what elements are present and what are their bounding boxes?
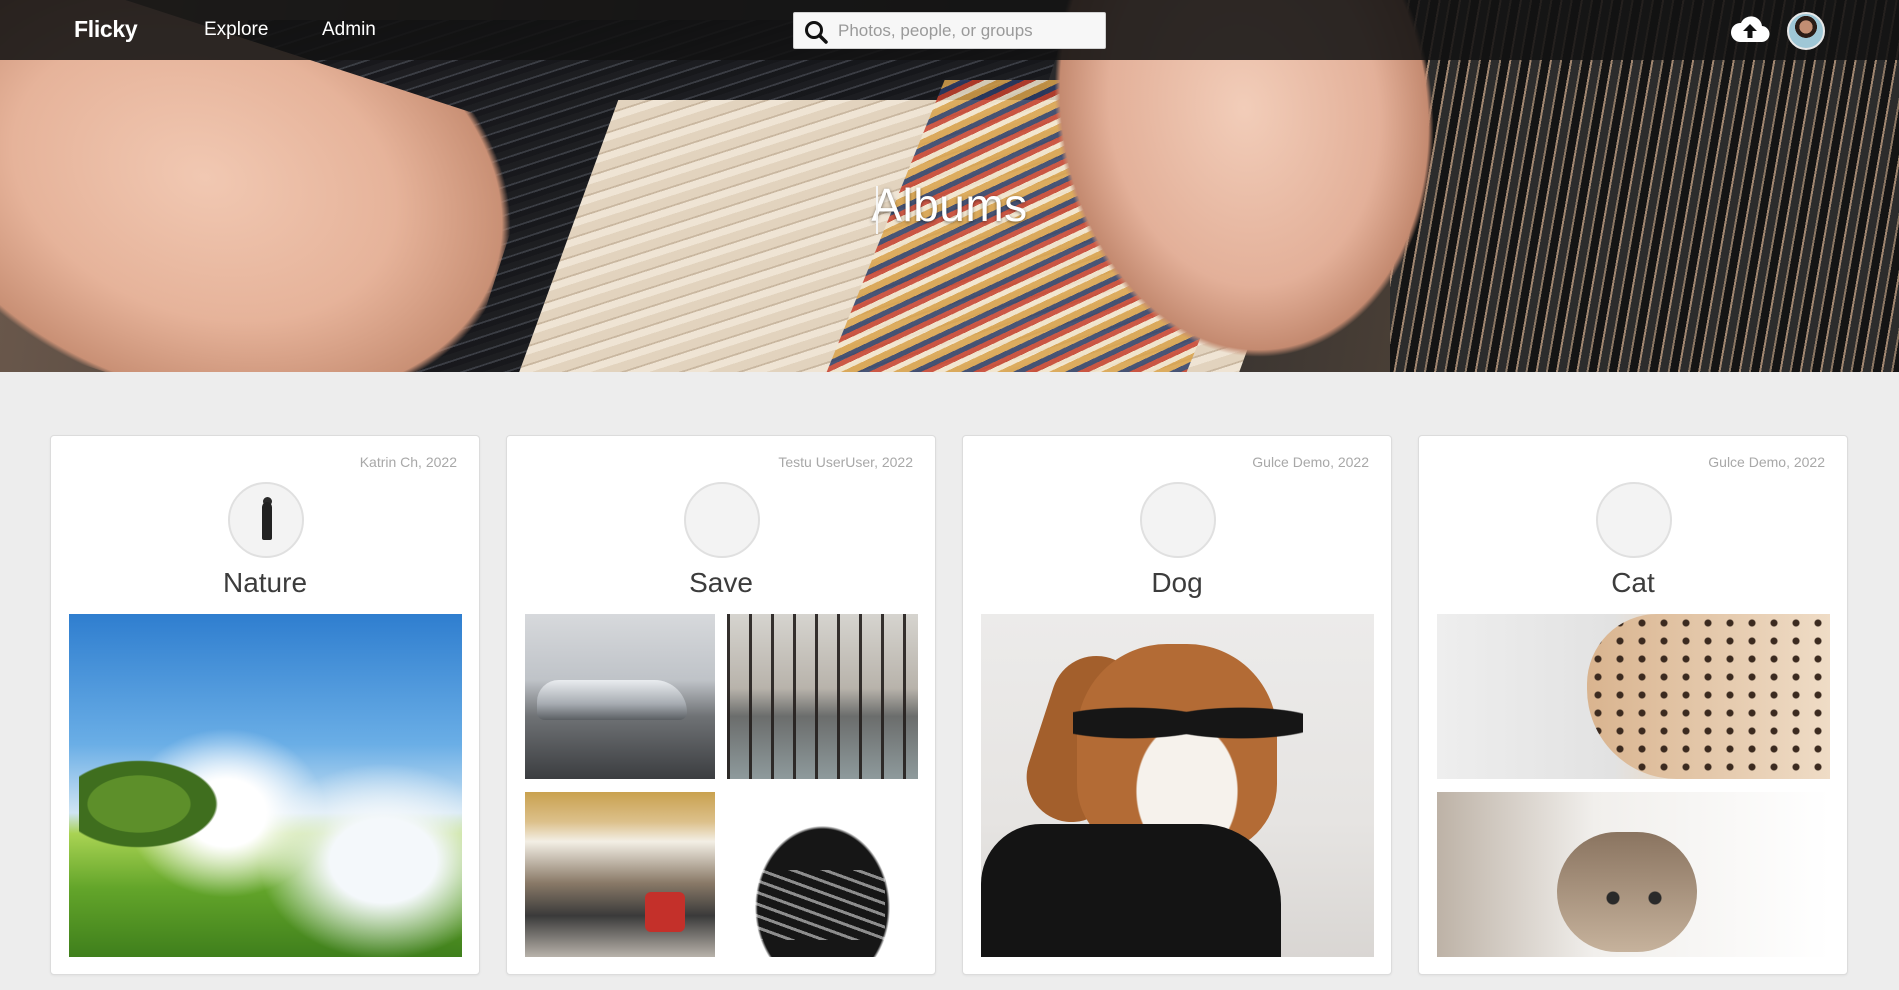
album-meta: Katrin Ch, 2022 bbox=[359, 454, 457, 470]
album-title[interactable]: Cat bbox=[1419, 567, 1847, 599]
tree-shape bbox=[79, 754, 229, 854]
cloud-upload-icon[interactable] bbox=[1728, 12, 1772, 46]
album-photos bbox=[525, 614, 918, 957]
bag-print-texture bbox=[755, 870, 885, 940]
album-card-save[interactable]: Testu UserUser, 2022 Save bbox=[506, 435, 936, 975]
tabby-kitten-photo[interactable] bbox=[1437, 792, 1830, 957]
search-icon[interactable] bbox=[803, 19, 829, 45]
album-title[interactable]: Dog bbox=[963, 567, 1391, 599]
sunglasses-shape bbox=[1073, 690, 1303, 756]
search-input[interactable] bbox=[838, 17, 1098, 45]
leopard-cat-photo[interactable] bbox=[1437, 614, 1830, 779]
text-caret bbox=[876, 186, 878, 234]
album-owner-avatar[interactable] bbox=[1596, 482, 1672, 558]
sweater-shape bbox=[981, 824, 1281, 957]
album-meta: Gulce Demo, 2022 bbox=[1708, 454, 1825, 470]
album-photos bbox=[1437, 614, 1830, 957]
user-avatar[interactable] bbox=[1787, 12, 1825, 50]
album-meta: Gulce Demo, 2022 bbox=[1252, 454, 1369, 470]
page-title: Albums bbox=[871, 179, 1028, 231]
spotted-fur-shape bbox=[1587, 614, 1830, 779]
silhouette-body bbox=[262, 502, 272, 540]
brand-logo[interactable]: Flicky bbox=[74, 16, 138, 43]
car-body-shape bbox=[537, 680, 687, 720]
kitten-head-shape bbox=[1557, 832, 1697, 952]
album-card-dog[interactable]: Gulce Demo, 2022 Dog bbox=[962, 435, 1392, 975]
album-card-nature[interactable]: Katrin Ch, 2022 Nature bbox=[50, 435, 480, 975]
train-passenger-photo[interactable] bbox=[525, 792, 715, 957]
nav-explore-link[interactable]: Explore bbox=[204, 19, 268, 41]
black-handbag-photo[interactable] bbox=[727, 792, 918, 957]
dog-sunglasses-photo[interactable] bbox=[981, 614, 1374, 957]
top-navbar: Flicky Explore Admin bbox=[0, 0, 1899, 60]
album-title[interactable]: Nature bbox=[51, 567, 479, 599]
album-owner-avatar[interactable] bbox=[684, 482, 760, 558]
album-photos bbox=[69, 614, 462, 957]
album-owner-avatar[interactable] bbox=[228, 482, 304, 558]
albums-grid: Katrin Ch, 2022 Nature Testu UserUser, 2… bbox=[0, 372, 1899, 990]
album-owner-avatar[interactable] bbox=[1140, 482, 1216, 558]
album-card-cat[interactable]: Gulce Demo, 2022 Cat bbox=[1418, 435, 1848, 975]
bare-trees-photo[interactable] bbox=[727, 614, 918, 779]
search-box bbox=[793, 12, 1106, 49]
sports-car-photo[interactable] bbox=[525, 614, 715, 779]
album-meta: Testu UserUser, 2022 bbox=[778, 454, 913, 470]
seat-shape bbox=[645, 892, 685, 932]
meadow-sky-photo[interactable] bbox=[69, 614, 462, 957]
album-photos bbox=[981, 614, 1374, 957]
album-title[interactable]: Save bbox=[507, 567, 935, 599]
nav-admin-link[interactable]: Admin bbox=[322, 19, 376, 41]
